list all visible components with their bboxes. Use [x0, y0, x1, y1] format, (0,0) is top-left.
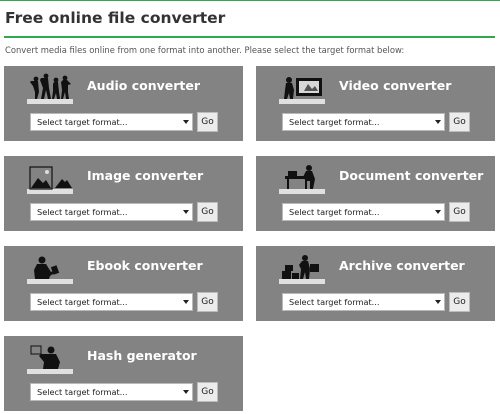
- target-format-select[interactable]: Select target format...: [282, 293, 445, 311]
- dropdown-arrow-icon: [435, 120, 441, 124]
- dropdown-arrow-icon: [183, 300, 189, 304]
- audio-converter-card: Audio converter Select target format... …: [4, 66, 243, 141]
- ebook-reader-icon: [27, 256, 73, 284]
- select-value: Select target format...: [37, 117, 128, 127]
- image-landscape-icon: [27, 166, 73, 194]
- target-format-select[interactable]: Select target format...: [30, 203, 193, 221]
- document-converter-card: Document converter Select target format.…: [256, 156, 495, 231]
- target-format-select[interactable]: Select target format...: [282, 203, 445, 221]
- video-converter-card: Video converter Select target format... …: [256, 66, 495, 141]
- page-subtitle: Convert media files online from one form…: [5, 45, 405, 55]
- card-title: Hash generator: [87, 348, 197, 363]
- archive-boxes-icon: [279, 255, 325, 284]
- select-value: Select target format...: [289, 207, 380, 217]
- dropdown-arrow-icon: [435, 300, 441, 304]
- document-desk-icon: [279, 165, 325, 194]
- select-value: Select target format...: [37, 207, 128, 217]
- dropdown-arrow-icon: [183, 390, 189, 394]
- select-value: Select target format...: [37, 297, 128, 307]
- card-title: Audio converter: [87, 78, 201, 93]
- dropdown-arrow-icon: [183, 210, 189, 214]
- go-button[interactable]: Go: [197, 202, 218, 222]
- go-button[interactable]: Go: [197, 292, 218, 312]
- target-format-select[interactable]: Select target format...: [282, 113, 445, 131]
- page-title: Free online file converter: [5, 9, 226, 27]
- select-value: Select target format...: [37, 387, 128, 397]
- select-value: Select target format...: [289, 117, 380, 127]
- target-format-select[interactable]: Select target format...: [30, 383, 193, 401]
- card-title: Video converter: [339, 78, 452, 93]
- go-button[interactable]: Go: [449, 292, 470, 312]
- hash-person-icon: [27, 345, 73, 374]
- top-accent-line: [0, 0, 500, 1]
- card-title: Archive converter: [339, 258, 465, 273]
- card-title: Image converter: [87, 168, 204, 183]
- title-divider: [4, 36, 495, 38]
- hash-generator-card: Hash generator Select target format... G…: [4, 336, 243, 411]
- dropdown-arrow-icon: [435, 210, 441, 214]
- video-person-icon: [279, 77, 325, 104]
- card-title: Document converter: [339, 168, 484, 183]
- go-button[interactable]: Go: [449, 112, 470, 132]
- target-format-select[interactable]: Select target format...: [30, 293, 193, 311]
- select-value: Select target format...: [289, 297, 380, 307]
- dropdown-arrow-icon: [183, 120, 189, 124]
- image-converter-card: Image converter Select target format... …: [4, 156, 243, 231]
- archive-converter-card: Archive converter Select target format..…: [256, 246, 495, 321]
- go-button[interactable]: Go: [197, 112, 218, 132]
- card-title: Ebook converter: [87, 258, 203, 273]
- go-button[interactable]: Go: [449, 202, 470, 222]
- go-button[interactable]: Go: [197, 382, 218, 402]
- ebook-converter-card: Ebook converter Select target format... …: [4, 246, 243, 321]
- target-format-select[interactable]: Select target format...: [30, 113, 193, 131]
- audio-people-icon: [27, 73, 73, 104]
